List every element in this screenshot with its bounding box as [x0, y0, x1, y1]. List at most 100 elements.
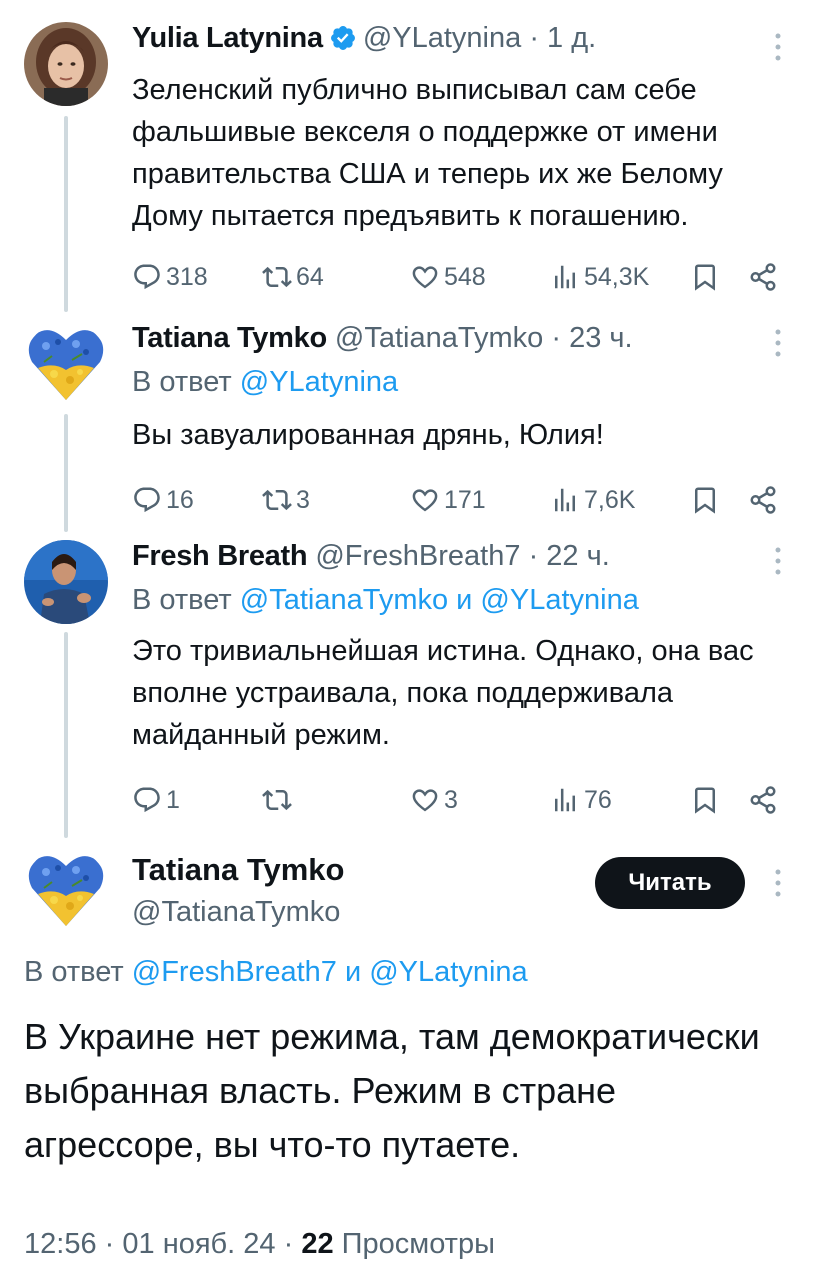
thread-line: [64, 116, 68, 312]
share-button[interactable]: [748, 478, 782, 522]
more-icon[interactable]: [774, 546, 782, 576]
share-icon: [750, 486, 776, 514]
tweet-time[interactable]: 22 ч.: [546, 540, 609, 572]
tweet-time[interactable]: 12:56: [24, 1228, 97, 1260]
bookmark-icon: [695, 487, 715, 514]
separator-dot: ·: [283, 1228, 294, 1260]
tweet-time[interactable]: 23 ч.: [569, 322, 632, 354]
separator-dot: ·: [528, 540, 539, 572]
bookmark-button[interactable]: [690, 478, 724, 522]
thread-line: [64, 414, 68, 532]
author-handle[interactable]: @FreshBreath7: [315, 540, 520, 572]
separator-dot: ·: [551, 322, 562, 354]
tweet-actions: 1 3 76: [132, 778, 778, 822]
reply-button[interactable]: 16: [132, 478, 194, 522]
like-button[interactable]: 548: [410, 255, 486, 299]
more-icon[interactable]: [774, 328, 782, 358]
reply-context: В ответ @TatianaTymko и @YLatynina: [132, 580, 778, 620]
tweet-actions: 318 64 548 54,3K: [132, 255, 778, 299]
retweet-button[interactable]: 64: [262, 255, 324, 299]
retweet-icon: [262, 489, 292, 511]
separator-dot: ·: [104, 1228, 115, 1260]
thread-line: [64, 632, 68, 838]
thread-view: Yulia Latynina @YLatynina · 1 д. Зеленски…: [0, 0, 818, 1280]
separator-dot: ·: [529, 22, 539, 54]
views-icon: [555, 788, 575, 812]
verified-icon: [329, 23, 357, 63]
share-icon: [750, 263, 776, 291]
mention-link[interactable]: @FreshBreath7 и @YLatynina: [132, 956, 528, 988]
reply-prefix: В ответ: [132, 366, 232, 398]
tweet-header: Yulia Latynina @YLatynina · 1 д.: [132, 18, 778, 63]
author-name[interactable]: Tatiana Tymko: [132, 850, 344, 890]
retweet-count: 3: [296, 485, 310, 514]
avatar[interactable]: [24, 22, 108, 106]
views-label: Просмотры: [341, 1228, 495, 1260]
share-button[interactable]: [748, 255, 782, 299]
reply-button[interactable]: 318: [132, 255, 208, 299]
retweet-button[interactable]: 3: [262, 478, 310, 522]
author-name[interactable]: Tatiana Tymko: [132, 322, 327, 354]
like-icon: [412, 789, 438, 812]
like-count: 3: [444, 785, 458, 814]
views-count: 54,3K: [584, 262, 650, 291]
author-name[interactable]: Yulia Latynina: [132, 22, 323, 54]
reply-icon: [134, 787, 160, 813]
author-name[interactable]: Fresh Breath: [132, 540, 308, 572]
views-count: 7,6K: [584, 485, 636, 514]
reply-button[interactable]: 1: [132, 778, 180, 822]
tweet-text: В Украине нет режима, там демократически…: [24, 1016, 760, 1165]
like-icon: [412, 489, 438, 512]
like-icon: [412, 266, 438, 289]
avatar[interactable]: [24, 540, 108, 624]
views-icon: [555, 488, 575, 512]
mention-link[interactable]: @YLatynina: [240, 366, 398, 398]
share-button[interactable]: [748, 778, 782, 822]
bookmark-icon: [695, 787, 715, 814]
reply-count: 318: [166, 262, 208, 291]
views-button[interactable]: 7,6K: [550, 478, 635, 522]
mention-link[interactable]: @TatianaTymko и @YLatynina: [240, 584, 639, 616]
retweet-button[interactable]: [262, 778, 296, 822]
follow-button[interactable]: Читать: [595, 857, 745, 909]
like-button[interactable]: 3: [410, 778, 458, 822]
retweet-icon: [262, 266, 292, 288]
more-icon[interactable]: [774, 868, 782, 898]
reply-context: В ответ @FreshBreath7 и @YLatynina: [24, 952, 528, 992]
retweet-count: 64: [296, 262, 324, 291]
author-handle[interactable]: @TatianaTymko: [335, 322, 543, 354]
like-count: 548: [444, 262, 486, 291]
bookmark-button[interactable]: [690, 778, 724, 822]
main-author: Tatiana Tymko @TatianaTymko: [132, 850, 344, 932]
like-count: 171: [444, 485, 486, 514]
share-icon: [750, 786, 776, 814]
tweet-time[interactable]: 1 д.: [547, 22, 596, 54]
tweet-date[interactable]: 01 нояб. 24: [122, 1228, 275, 1260]
tweet-header: Tatiana Tymko @TatianaTymko · 23 ч.: [132, 318, 778, 358]
tweet-text: Зеленский публично выписывал сам себе фа…: [132, 74, 723, 232]
reply-icon: [134, 264, 160, 290]
views-count: 22: [301, 1228, 334, 1260]
author-handle[interactable]: @TatianaTymko: [132, 892, 344, 932]
reply-context: В ответ @YLatynina: [132, 362, 778, 402]
reply-icon: [134, 487, 160, 513]
tweet-header: Fresh Breath @FreshBreath7 · 22 ч.: [132, 536, 778, 576]
tweet-text: Это тривиальнейшая истина. Однако, она в…: [132, 635, 754, 751]
views-count: 76: [584, 785, 612, 814]
reply-count: 16: [166, 485, 194, 514]
tweet-meta: 12:56 · 01 нояб. 24 · 22 Просмотры: [24, 1224, 495, 1264]
like-button[interactable]: 171: [410, 478, 486, 522]
tweet-text: Вы завуалированная дрянь, Юлия!: [132, 419, 604, 451]
reply-prefix: В ответ: [132, 584, 232, 616]
tweet-actions: 16 3 171 7,6K: [132, 478, 778, 522]
bookmark-icon: [695, 264, 715, 291]
avatar[interactable]: [24, 322, 108, 406]
reply-prefix: В ответ: [24, 956, 124, 988]
author-handle[interactable]: @YLatynina: [363, 22, 521, 54]
more-icon[interactable]: [774, 32, 782, 62]
views-button[interactable]: 76: [550, 778, 612, 822]
avatar[interactable]: [24, 848, 108, 932]
bookmark-button[interactable]: [690, 255, 724, 299]
views-button[interactable]: 54,3K: [550, 255, 649, 299]
views-icon: [555, 265, 575, 289]
